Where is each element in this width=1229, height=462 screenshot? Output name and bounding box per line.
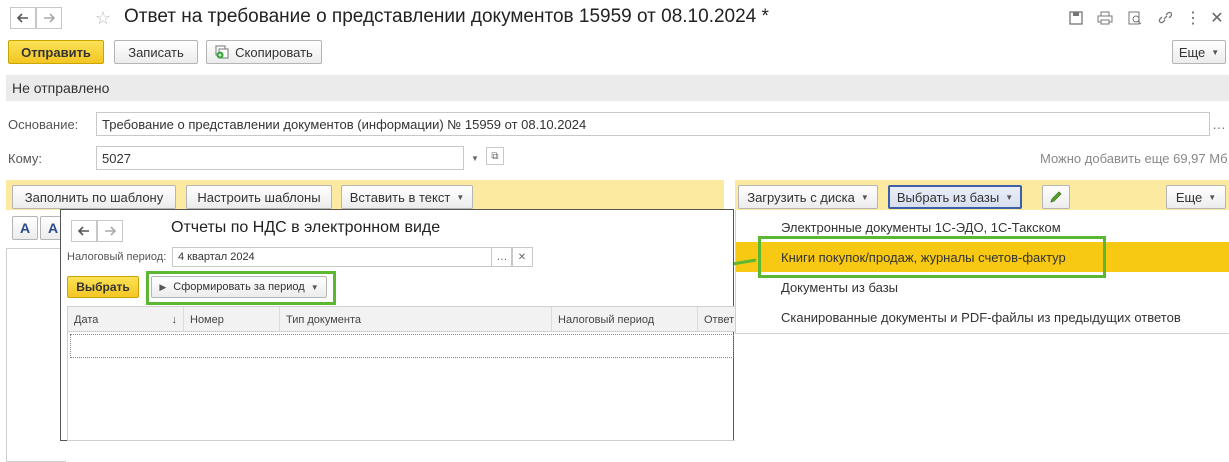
form-button-highlight-box [146,271,336,305]
fill-template-button[interactable]: Заполнить по шаблону [12,185,176,209]
chevron-down-icon: ▼ [456,192,465,202]
pencil-icon [1050,191,1062,203]
popup-title: Отчеты по НДС в электронном виде [171,219,441,236]
copy-label: Скопировать [235,44,313,60]
sort-arrow-icon: ↓ [171,313,178,326]
to-label: Кому: [8,151,42,166]
edit-button[interactable] [1042,185,1070,209]
link-icon[interactable] [1154,7,1176,29]
copy-icon [215,45,229,59]
col-date-label: Дата [74,313,99,326]
chevron-down-icon: ▼ [860,192,869,202]
back-button[interactable] [10,7,36,29]
preview-icon[interactable] [1124,7,1146,29]
right-more-button[interactable]: Еще ▼ [1166,185,1226,209]
popup-forward-button[interactable] [97,220,123,242]
more-vertical-icon[interactable]: ⋮ [1182,7,1204,29]
period-field[interactable]: 4 квартал 2024 [172,247,492,267]
basis-field[interactable]: Требование о представлении документов (и… [96,112,1210,136]
chevron-down-icon: ▼ [1211,47,1220,57]
basis-select-button[interactable]: … [1208,113,1229,135]
chevron-down-icon: ▼ [1208,192,1217,202]
vat-reports-popup: Отчеты по НДС в электронном виде Налогов… [60,209,735,441]
chevron-down-icon: ▼ [1005,192,1014,202]
choose-base-label: Выбрать из базы [896,189,1000,205]
load-disk-label: Загрузить с диска [747,189,855,205]
col-number[interactable]: Номер [184,307,280,332]
send-button[interactable]: Отправить [8,40,104,64]
bold-button[interactable]: A [12,216,38,240]
choose-button[interactable]: Выбрать [67,276,139,298]
star-icon[interactable]: ☆ [92,7,114,29]
arrow-right-icon [105,226,116,236]
col-tax-period[interactable]: Налоговый период [552,307,698,332]
insert-text-button[interactable]: Вставить в текст ▼ [341,185,473,209]
menu-item-scanned-docs[interactable]: Сканированные документы и PDF-файлы из п… [736,302,1229,332]
documents-table: Дата ↓ Номер Тип документа Налоговый пер… [67,306,735,441]
more-label: Еще [1178,44,1206,60]
to-dropdown-button[interactable]: ▼ [464,147,486,169]
size-hint: Можно добавить еще 69,97 Мб [1040,151,1228,166]
arrow-left-icon [17,13,28,23]
save-disk-icon[interactable] [1065,7,1087,29]
menu-item-highlight-box [758,236,1106,278]
window-title: Ответ на требование о представлении доку… [124,6,769,27]
to-field[interactable]: 5027 [96,146,464,170]
right-more-label: Еще [1175,189,1203,205]
open-icon[interactable]: ⧉ [486,147,504,165]
arrow-left-icon [78,226,89,236]
col-doc-type[interactable]: Тип документа [280,307,552,332]
col-date[interactable]: Дата ↓ [68,307,184,332]
period-clear-button[interactable]: ✕ [511,247,533,267]
basis-label: Основание: [8,117,79,132]
setup-templates-button[interactable]: Настроить шаблоны [186,185,332,209]
col-response[interactable]: Ответ [698,307,735,332]
load-from-disk-button[interactable]: Загрузить с диска ▼ [738,185,878,209]
close-icon[interactable]: ✕ [1206,7,1228,29]
save-button[interactable]: Записать [114,40,198,64]
text-editor-area[interactable] [6,248,66,462]
status-text: Не отправлено [12,80,110,96]
popup-back-button[interactable] [71,220,97,242]
choose-from-base-button[interactable]: Выбрать из базы ▼ [888,185,1022,209]
period-label: Налоговый период: [67,251,167,263]
table-header: Дата ↓ Номер Тип документа Налоговый пер… [68,307,735,332]
insert-text-label: Вставить в текст [349,189,451,205]
status-bar [6,75,1229,101]
forward-button[interactable] [36,7,62,29]
arrow-right-icon [44,13,55,23]
print-icon[interactable] [1094,7,1116,29]
more-button[interactable]: Еще ▼ [1172,40,1226,64]
copy-button[interactable]: Скопировать [206,40,322,64]
table-row[interactable] [70,334,734,358]
period-select-button[interactable]: … [491,247,513,267]
